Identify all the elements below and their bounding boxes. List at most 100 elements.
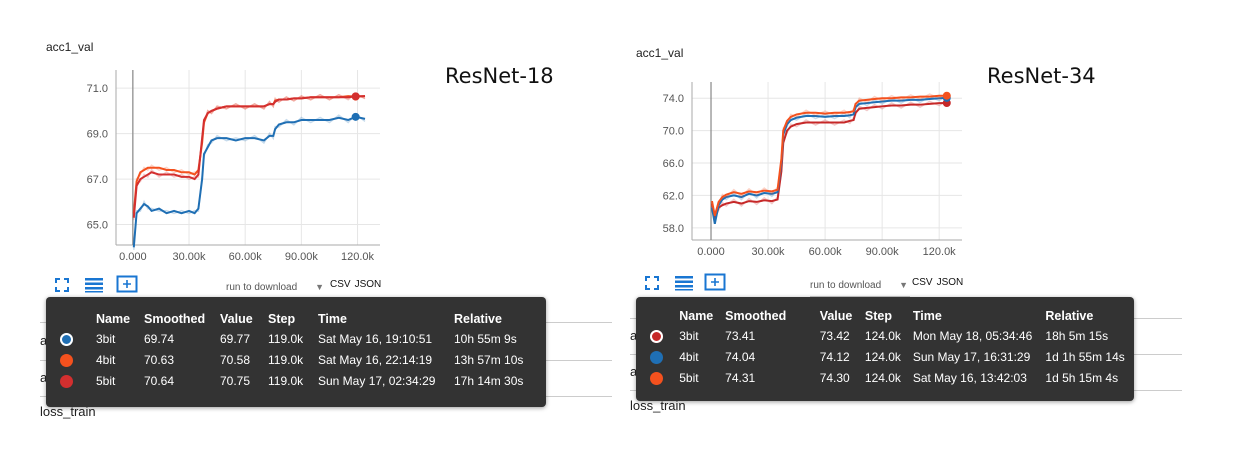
y-tick-label: 74.0 [663, 93, 684, 105]
swatch-cell [56, 370, 92, 391]
tooltip-cell: 70.75 [220, 373, 251, 388]
json-link[interactable]: JSON [355, 279, 382, 290]
tooltip-cell: 17h 14m 30s [454, 373, 524, 388]
tooltip-cell: 10h 55m 9s [454, 331, 517, 346]
swatch-cell [56, 349, 92, 370]
series-raw-4bit [133, 93, 366, 216]
tooltip-cell: 70.58 [220, 352, 251, 367]
zoom-selection-icon[interactable] [704, 273, 726, 291]
tooltip-cell: 5bit [96, 373, 116, 388]
tooltip-cell: 1d 1h 55m 14s [1045, 349, 1125, 364]
tooltip-cell: 119.0k [268, 373, 304, 388]
tooltip-cell: 124.0k [864, 370, 901, 385]
chart-title: acc1_val [46, 40, 94, 54]
line-chart-resnet34[interactable]: 58.0 62.0 66.0 70.0 74.0 0.000 30.00k 60.00k 90.… [642, 72, 982, 272]
tooltip-cell: Sat May 16, 13:42:03 [912, 370, 1027, 385]
tooltip-header: Time [318, 312, 347, 326]
x-tick-label: 0.000 [697, 246, 725, 258]
series-line-4bit [710, 96, 947, 224]
x-tick-label: 60.00k [809, 246, 843, 258]
tooltip-row: 3bit 73.41 73.42 124.0k Mon May 18, 05:34:46… [646, 325, 1134, 346]
run-download-select[interactable]: run to download ▼ [226, 282, 324, 293]
tooltip-cell: 1d 5h 15m 4s [1045, 370, 1119, 385]
tooltip-header: Smoothed [144, 312, 206, 326]
series-raw-3bit [133, 113, 366, 250]
tooltip-cell: 13h 57m 10s [454, 352, 524, 367]
tooltip-cell: Sun May 17, 16:31:29 [912, 349, 1031, 364]
swatch-cell [646, 367, 675, 388]
tooltip-header: Name [679, 309, 714, 323]
tooltip-header: Value [819, 309, 853, 323]
tooltip-cell: Sat May 16, 22:14:19 [318, 352, 433, 367]
tooltip-table: Name Smoothed Value Step Time Relative 3bit 73.… [646, 307, 1134, 388]
json-link[interactable]: JSON [937, 277, 964, 288]
series-raw-3bit [711, 99, 948, 220]
download-links: CSV JSON [912, 277, 967, 288]
tooltip-header-row: Name Smoothed Value Step Time Relative [56, 310, 540, 328]
tooltip-cell: 70.63 [144, 352, 175, 367]
tooltip-row: 5bit 70.64 70.75 119.0k Sun May 17, 02:34:29… [56, 370, 540, 391]
y-tick-label: 65.0 [87, 220, 108, 232]
hover-tooltip: Name Smoothed Value Step Time Relative 3bit 73.… [636, 297, 1134, 401]
zoom-selection-icon[interactable] [116, 275, 138, 293]
tooltip-header: Name [96, 312, 131, 326]
y-tick-label: 69.0 [87, 129, 108, 141]
tooltip-row: 3bit 69.74 69.77 119.0k Sat May 16, 19:10:51… [56, 328, 540, 349]
series-line-4bit [132, 95, 366, 214]
y-tick-label: 70.0 [663, 126, 684, 138]
run-color-swatch [650, 371, 663, 385]
chart-title: acc1_val [636, 46, 684, 60]
tooltip-cell: 124.0k [864, 349, 901, 364]
run-color-swatch [650, 329, 663, 343]
csv-link[interactable]: CSV [912, 277, 933, 288]
tooltip-cell: 73.41 [725, 328, 756, 343]
tooltip-cell: 74.04 [725, 349, 756, 364]
series-marker-5bit [351, 92, 360, 101]
swatch-header [646, 307, 675, 325]
run-download-select[interactable]: run to download ▼ [810, 280, 908, 291]
tooltip-header: Relative [1045, 309, 1094, 323]
tooltip-cell: 74.12 [819, 349, 850, 364]
series-raw-5bit [133, 92, 366, 221]
series-marker-5bit [942, 91, 951, 100]
tooltip-cell: Sat May 16, 19:10:51 [318, 331, 433, 346]
fit-domain-icon[interactable] [644, 275, 664, 291]
data-table-icon[interactable] [674, 275, 694, 291]
y-tick-label: 67.0 [87, 174, 108, 186]
tooltip-cell: 119.0k [268, 352, 304, 367]
line-chart-resnet18[interactable]: 65.0 67.0 69.0 71.0 0.000 30.00k 60.00k 90.00k 1… [50, 60, 390, 270]
resnet34-panel: acc1_val ResNet-34 58.0 62.0 66.0 70.0 74.0 0… [622, 0, 1244, 467]
series-line-5bit [710, 94, 947, 216]
x-tick-label: 30.00k [752, 246, 786, 258]
chevron-down-icon: ▼ [899, 280, 909, 290]
tooltip-cell: 4bit [96, 352, 116, 367]
tooltip-cell: 5bit [679, 370, 699, 385]
tooltip-header: Step [864, 309, 892, 323]
csv-link[interactable]: CSV [330, 279, 351, 290]
run-download-label: run to download [226, 282, 298, 293]
y-tick-label: 62.0 [663, 190, 684, 202]
tooltip-cell: 18h 5m 15s [1045, 328, 1109, 343]
tooltip-cell: 3bit [96, 331, 116, 346]
x-tick-label: 120.0k [341, 251, 375, 263]
x-tick-label: 0.000 [119, 251, 147, 263]
resnet18-panel: acc1_val ResNet-18 65.0 67.0 69.0 71.0 0.000… [0, 0, 622, 467]
data-table-icon[interactable] [84, 277, 104, 293]
tooltip-cell: 124.0k [864, 328, 901, 343]
tooltip-cell: 70.64 [144, 373, 175, 388]
model-label: ResNet-34 [987, 64, 1096, 88]
fit-domain-icon[interactable] [54, 277, 74, 293]
tooltip-header-row: Name Smoothed Value Step Time Relative [646, 307, 1134, 325]
y-tick-label: 66.0 [663, 158, 684, 170]
swatch-cell [646, 325, 675, 346]
swatch-cell [56, 328, 92, 349]
tooltip-header: Relative [454, 312, 502, 326]
x-tick-label: 60.00k [229, 251, 263, 263]
x-tick-label: 90.00k [285, 251, 319, 263]
model-label: ResNet-18 [445, 64, 554, 88]
x-tick-label: 90.00k [866, 246, 900, 258]
chevron-down-icon: ▼ [315, 282, 325, 292]
run-color-swatch [60, 353, 73, 367]
series-line-3bit [132, 115, 366, 248]
tooltip-header: Smoothed [725, 309, 787, 323]
